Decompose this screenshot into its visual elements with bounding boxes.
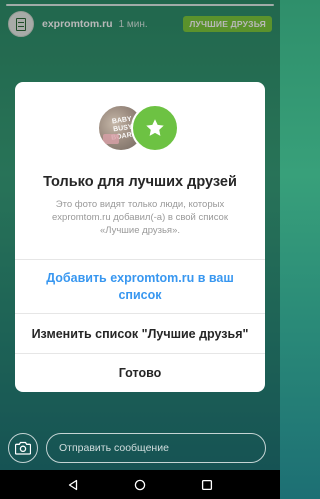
- dialog-title: Только для лучших друзей: [43, 174, 237, 190]
- camera-button[interactable]: [8, 433, 38, 463]
- done-button[interactable]: Готово: [15, 353, 265, 392]
- reply-input[interactable]: [46, 433, 266, 463]
- dialog-header-icons: BABY BUSY BOARD: [97, 104, 187, 154]
- star-icon: [146, 119, 164, 136]
- back-icon[interactable]: [67, 479, 79, 491]
- system-nav-bar: [0, 470, 280, 499]
- camera-icon: [15, 441, 31, 455]
- edit-close-friends-button[interactable]: Изменить список "Лучшие друзья": [15, 313, 265, 353]
- recents-icon[interactable]: [201, 479, 213, 491]
- reply-bar: [0, 430, 280, 466]
- dialog-description: Это фото видят только люди, которых expr…: [52, 199, 228, 236]
- close-friends-star-badge: [131, 104, 179, 152]
- close-friends-dialog: BABY BUSY BOARD Только для лучших друзей…: [15, 82, 265, 392]
- photo-thumbnail-detail: [103, 134, 119, 144]
- add-to-list-button[interactable]: Добавить expromtom.ru в ваш список: [15, 259, 265, 313]
- home-icon[interactable]: [134, 479, 146, 491]
